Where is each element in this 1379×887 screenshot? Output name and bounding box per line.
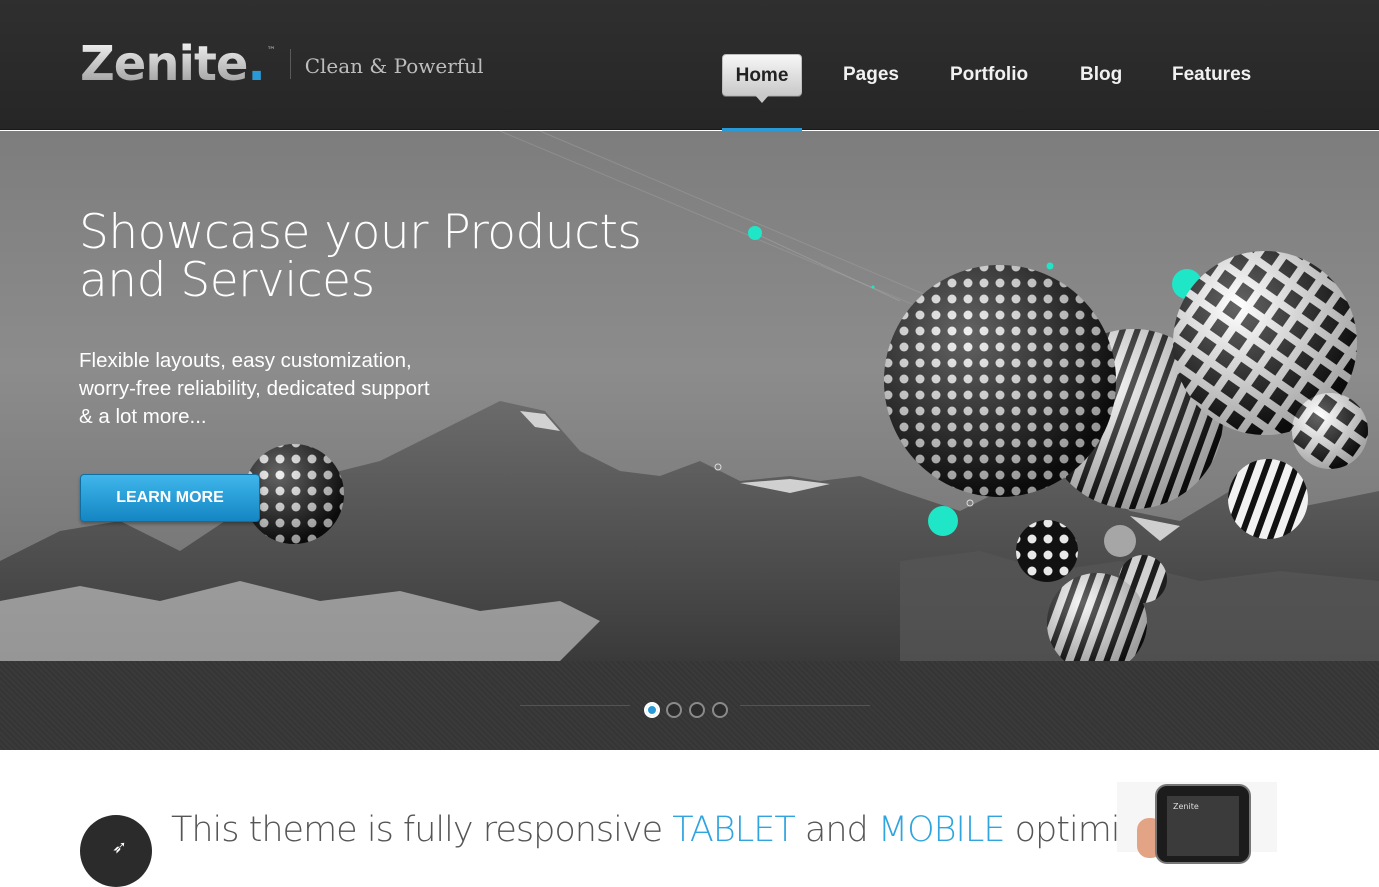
phone-body: Zenite: [1155, 784, 1251, 864]
logo-wordmark: Zenite: [80, 36, 248, 92]
promo-text-2: and: [794, 810, 878, 850]
learn-more-button[interactable]: LEARN MORE: [80, 474, 260, 522]
slider-pagination-bar: [0, 661, 1379, 750]
slide-dot-3[interactable]: [689, 702, 705, 718]
slider-divider-right: [740, 705, 870, 706]
slide-dot-2[interactable]: [666, 702, 682, 718]
logo-trademark: ™: [266, 46, 276, 56]
logo[interactable]: Zenite . ™ Clean & Powerful: [80, 40, 483, 88]
hero-title: Showcase your Products and Services: [79, 205, 642, 308]
phone-image: Zenite: [1117, 782, 1277, 864]
slide-dot-1[interactable]: [644, 702, 660, 718]
tagline: Clean & Powerful: [304, 54, 484, 78]
nav-features[interactable]: Features: [1172, 54, 1251, 96]
hero-text-line1: Flexible layouts, easy customization,: [79, 349, 412, 372]
nav-home[interactable]: Home: [722, 54, 802, 103]
logo-dot: .: [247, 36, 266, 92]
promo-section: ➶ This theme is fully responsive TABLET …: [0, 750, 1379, 887]
hero-title-line1: Showcase your Products: [79, 205, 642, 260]
hero-text-line3: & a lot more...: [79, 405, 207, 428]
nav-pages[interactable]: Pages: [843, 54, 899, 96]
logo-separator: [289, 49, 291, 79]
promo-text-1: This theme is fully responsive: [171, 810, 673, 850]
phone-screen: Zenite: [1167, 796, 1239, 856]
hero-description: Flexible layouts, easy customization, wo…: [79, 347, 499, 431]
promo-highlight-mobile: MOBILE: [877, 810, 1006, 850]
phone-screen-logo: Zenite: [1173, 802, 1199, 811]
nav-portfolio[interactable]: Portfolio: [950, 54, 1028, 96]
hero-slider: Showcase your Products and Services Flex…: [0, 131, 1379, 661]
hero-title-line2: and Services: [79, 253, 375, 308]
arrow-icon: ➶: [80, 815, 152, 887]
nav-blog[interactable]: Blog: [1080, 54, 1122, 96]
slider-divider-left: [520, 705, 630, 706]
hero-text-line2: worry-free reliability, dedicated suppor…: [79, 377, 430, 400]
promo-headline: This theme is fully responsive TABLET an…: [171, 810, 1190, 850]
promo-highlight-tablet: TABLET: [672, 810, 796, 850]
slide-dot-4[interactable]: [712, 702, 728, 718]
